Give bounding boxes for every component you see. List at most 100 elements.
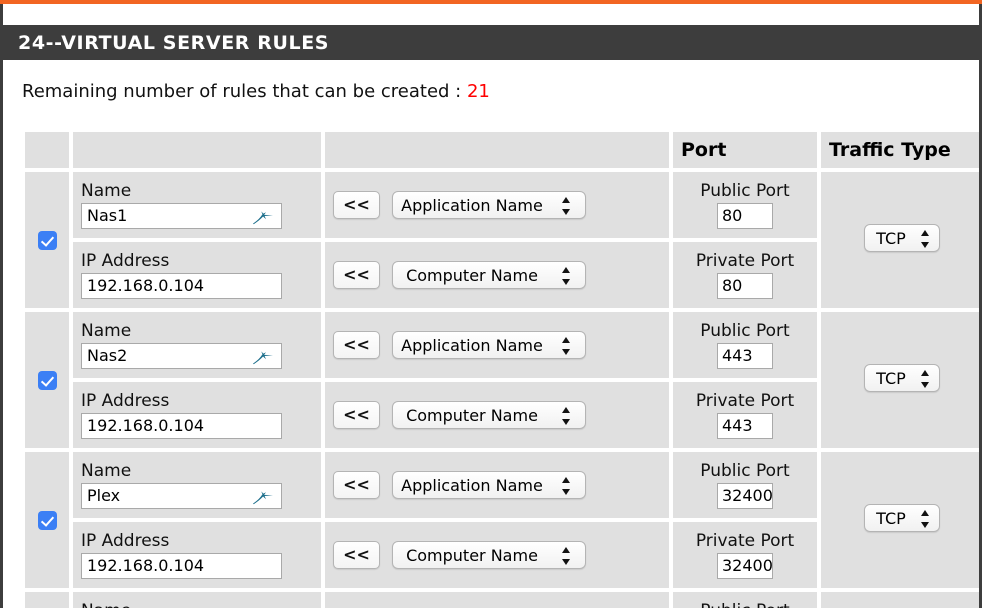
private-port-cell: Private Port80 [672,241,818,309]
public-port-input[interactable]: 32400 [717,483,773,509]
application-picker-cell: <<Application Name [324,591,670,608]
application-picker-cell: << Application Name [324,171,670,239]
header-cell-name [72,131,322,169]
private-port-cell: Private Port443 [672,381,818,449]
public-port-label: Public Port [673,320,817,343]
private-port-label: Private Port [673,530,817,553]
copy-computer-button[interactable]: << [333,261,380,289]
application-name-select-value: Application Name [393,472,551,500]
header-cell-checkbox [24,131,70,169]
rule-ip-input[interactable]: 192.168.0.104 [81,553,282,579]
rule-name-cell: NameNas1 [72,171,322,239]
remaining-rules-label: Remaining number of rules that can be cr… [22,81,467,102]
rule-enable-cell[interactable] [24,311,70,449]
public-port-label: Public Port [673,460,817,483]
rule-name-input[interactable]: Nas1 [81,203,282,229]
computer-name-select-value: Computer Name [393,262,551,290]
rule-ip-cell: IP Address192.168.0.104 [72,241,322,309]
rule-name-cell: NamePlex [72,451,322,519]
header-cell-port: Port [672,131,818,169]
rule-enable-cell[interactable] [24,591,70,608]
copy-computer-button[interactable]: << [333,541,380,569]
public-port-cell: Public Port [672,591,818,608]
private-port-input[interactable]: 443 [717,413,773,439]
application-name-select[interactable]: Application Name [392,471,586,499]
traffic-type-select-value: TCP [865,365,917,393]
private-port-cell: Private Port32400 [672,521,818,589]
traffic-type-select[interactable]: TCP [864,364,940,392]
table-row: NamePlex << Application Name Public Port324… [24,451,979,519]
traffic-type-select[interactable]: TCP [864,504,940,532]
stepper-arrows-icon [921,370,930,388]
rule-ip-label: IP Address [81,530,313,552]
public-port-cell: Public Port80 [672,171,818,239]
rule-enabled-checkbox[interactable] [38,231,57,250]
table-row: NameNas2 << Application Name Public Port443… [24,311,979,379]
rule-ip-cell: IP Address192.168.0.104 [72,521,322,589]
table-header-row: PortTraffic Type [24,131,979,169]
stepper-arrows-icon [921,510,930,528]
private-port-input[interactable]: 32400 [717,553,773,579]
public-port-label: Public Port [673,600,817,608]
traffic-type-cell: TCP [820,171,979,309]
application-name-select[interactable]: Application Name [392,331,586,359]
copy-computer-button[interactable]: << [333,401,380,429]
copy-application-button[interactable]: << [333,331,380,359]
rule-ip-label: IP Address [81,250,313,272]
public-port-input[interactable]: 443 [717,343,773,369]
computer-picker-cell: << Computer Name [324,381,670,449]
stepper-arrows-icon [562,477,571,495]
computer-name-select[interactable]: Computer Name [392,541,586,569]
stepper-arrows-icon [562,337,571,355]
stepper-arrows-icon [562,267,571,285]
private-port-input[interactable]: 80 [717,273,773,299]
rule-name-label: Name [81,460,313,482]
rule-name-cell: NameNas2 [72,311,322,379]
rule-enable-cell[interactable] [24,171,70,309]
header-cell-traffic-type: Traffic Type [820,131,979,169]
rule-name-label: Name [81,180,313,202]
remaining-rules-line: Remaining number of rules that can be cr… [3,81,979,102]
rule-name-input[interactable]: Plex [81,483,282,509]
traffic-type-select-value: TCP [865,225,917,253]
public-port-input[interactable]: 80 [717,203,773,229]
traffic-type-cell: TCP [820,311,979,449]
stepper-arrows-icon [562,547,571,565]
rule-ip-input[interactable]: 192.168.0.104 [81,413,282,439]
page-border-right [979,4,982,608]
application-name-select[interactable]: Application Name [392,191,586,219]
application-name-select-value: Application Name [393,332,551,360]
public-port-cell: Public Port32400 [672,451,818,519]
computer-name-select[interactable]: Computer Name [392,401,586,429]
computer-picker-cell: << Computer Name [324,521,670,589]
rule-enabled-checkbox[interactable] [38,511,57,530]
computer-picker-cell: << Computer Name [324,241,670,309]
traffic-type-cell: TCP [820,451,979,589]
rule-enable-cell[interactable] [24,451,70,589]
traffic-type-select[interactable]: TCP [864,224,940,252]
copy-application-button[interactable]: << [333,471,380,499]
application-picker-cell: << Application Name [324,451,670,519]
application-name-select-value: Application Name [393,192,551,220]
rule-enabled-checkbox[interactable] [38,371,57,390]
stepper-arrows-icon [562,407,571,425]
private-port-label: Private Port [673,250,817,273]
application-picker-cell: << Application Name [324,311,670,379]
autofill-icon [251,208,275,226]
computer-name-select-value: Computer Name [393,542,551,570]
page-title: 24--VIRTUAL SERVER RULES [3,32,329,54]
computer-name-select-value: Computer Name [393,402,551,430]
computer-name-select[interactable]: Computer Name [392,261,586,289]
copy-application-button[interactable]: << [333,191,380,219]
public-port-label: Public Port [673,180,817,203]
traffic-type-select-value: TCP [865,505,917,533]
rule-name-label: Name [81,320,313,342]
rule-ip-input[interactable]: 192.168.0.104 [81,273,282,299]
header-cell-picker [324,131,670,169]
page-content: 24--VIRTUAL SERVER RULES Remaining numbe… [3,4,979,608]
rule-name-input[interactable]: Nas2 [81,343,282,369]
table-row: NameNas1<<Application NamePublic Port80T… [24,171,979,239]
virtual-server-rules-table: PortTraffic TypeNameNas1<<Application Na… [22,129,979,608]
public-port-cell: Public Port443 [672,311,818,379]
traffic-type-cell: TCP [820,591,979,608]
